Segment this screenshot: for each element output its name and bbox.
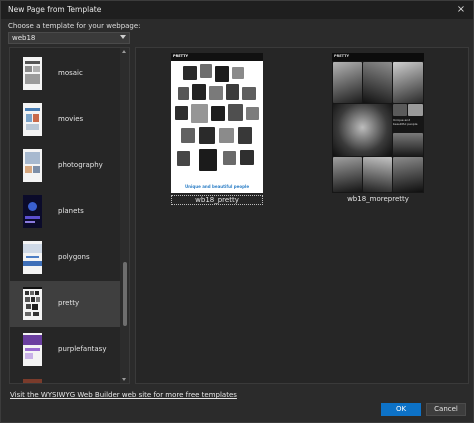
photo-tile: [363, 157, 392, 192]
pretty-thumbnail: [23, 287, 42, 320]
photo-tile: [240, 150, 254, 165]
photo-tile: [175, 106, 188, 120]
list-item-movies[interactable]: movies: [10, 97, 120, 143]
movies-thumbnail: [23, 103, 42, 136]
preview-side-text: Unique and beautiful people: [393, 118, 418, 126]
next-template-thumbnail: [23, 379, 42, 383]
title-bar: New Page from Template ×: [1, 1, 473, 19]
photo-tile: [246, 107, 259, 120]
new-page-dialog: New Page from Template × Choose a templa…: [0, 0, 474, 423]
template-category-select[interactable]: web18: [8, 32, 130, 44]
template-prompt: Choose a template for your webpage:: [8, 22, 141, 30]
preview-logo: PRETTY: [334, 54, 350, 58]
preview-logo: PRETTY: [173, 54, 189, 58]
photo-tile: [333, 62, 362, 103]
photo-tile: [219, 128, 234, 143]
list-item-partial[interactable]: [10, 373, 120, 383]
polygons-thumbnail: [23, 241, 42, 274]
template-preview-gallery: PRETTY Unique and beautiful people wb18_…: [135, 47, 469, 384]
photo-tile: [333, 104, 392, 156]
pretty-preview-image: PRETTY Unique and beautiful people: [171, 53, 263, 193]
photo-tile: [242, 87, 256, 100]
dialog-title: New Page from Template: [8, 5, 102, 14]
photo-tile: [232, 67, 244, 79]
photo-tile: [209, 86, 223, 100]
list-item-pretty[interactable]: pretty: [10, 281, 120, 327]
photo-tile: [192, 84, 206, 100]
photo-tile: [223, 151, 236, 165]
template-caption: wb18_morepretty: [347, 195, 409, 203]
photo-tile: [178, 87, 189, 100]
scroll-thumb[interactable]: [123, 262, 127, 326]
photo-tile: [199, 149, 217, 171]
photo-tile: [238, 127, 252, 144]
photo-tile: [228, 104, 243, 121]
list-item-label: polygons: [58, 253, 90, 261]
scroll-up-icon[interactable]: [122, 50, 126, 53]
template-card-pretty[interactable]: PRETTY Unique and beautiful people wb18_…: [171, 53, 263, 205]
photo-tile: [191, 104, 208, 123]
chevron-down-icon: [120, 35, 126, 39]
list-item-mosaic[interactable]: mosaic: [10, 51, 120, 97]
photo-tile: [215, 66, 229, 82]
more-templates-link[interactable]: Visit the WYSIWYG Web Builder web site f…: [10, 391, 237, 399]
template-list[interactable]: mosaic movies photography planets polygo…: [9, 47, 130, 384]
list-item-label: purplefantasy: [58, 345, 107, 353]
cancel-button[interactable]: Cancel: [426, 403, 466, 416]
list-item-label: mosaic: [58, 69, 83, 77]
morepretty-preview-image: PRETTY Unique and beautiful people: [332, 53, 424, 193]
photo-tile: [181, 128, 195, 143]
preview-navbar: PRETTY: [332, 53, 424, 61]
list-item-label: photography: [58, 161, 103, 169]
close-icon[interactable]: ×: [453, 3, 469, 17]
photo-tile: [393, 104, 407, 116]
scroll-down-icon[interactable]: [122, 378, 126, 381]
list-item-label: pretty: [58, 299, 80, 307]
list-scrollbar[interactable]: [120, 48, 129, 383]
photo-tile: [393, 62, 423, 103]
planets-thumbnail: [23, 195, 42, 228]
mosaic-thumbnail: [23, 57, 42, 90]
list-item-planets[interactable]: planets: [10, 189, 120, 235]
photo-tile: [200, 64, 212, 78]
photo-tile: [211, 106, 225, 121]
list-item-polygons[interactable]: polygons: [10, 235, 120, 281]
photo-tile: [177, 151, 190, 166]
template-card-morepretty[interactable]: PRETTY Unique and beautiful people wb18_…: [332, 53, 424, 205]
preview-navbar: PRETTY: [171, 53, 263, 61]
photo-tile: [393, 157, 423, 192]
photo-tile: [183, 66, 197, 80]
list-item-label: movies: [58, 115, 84, 123]
purplefantasy-thumbnail: [23, 333, 42, 366]
list-item-purplefantasy[interactable]: purplefantasy: [10, 327, 120, 373]
ok-button[interactable]: OK: [381, 403, 421, 416]
preview-tagline: Unique and beautiful people: [184, 184, 250, 189]
photo-tile: [408, 104, 423, 116]
list-item-photography[interactable]: photography: [10, 143, 120, 189]
photography-thumbnail: [23, 149, 42, 182]
photo-tile: [199, 127, 215, 144]
photo-tile: [393, 133, 423, 156]
photo-tile: [363, 62, 392, 103]
list-item-label: planets: [58, 207, 84, 215]
template-caption: wb18_pretty: [171, 195, 263, 205]
photo-tile: [333, 157, 362, 192]
category-value: web18: [12, 34, 36, 42]
photo-tile: [226, 84, 239, 100]
